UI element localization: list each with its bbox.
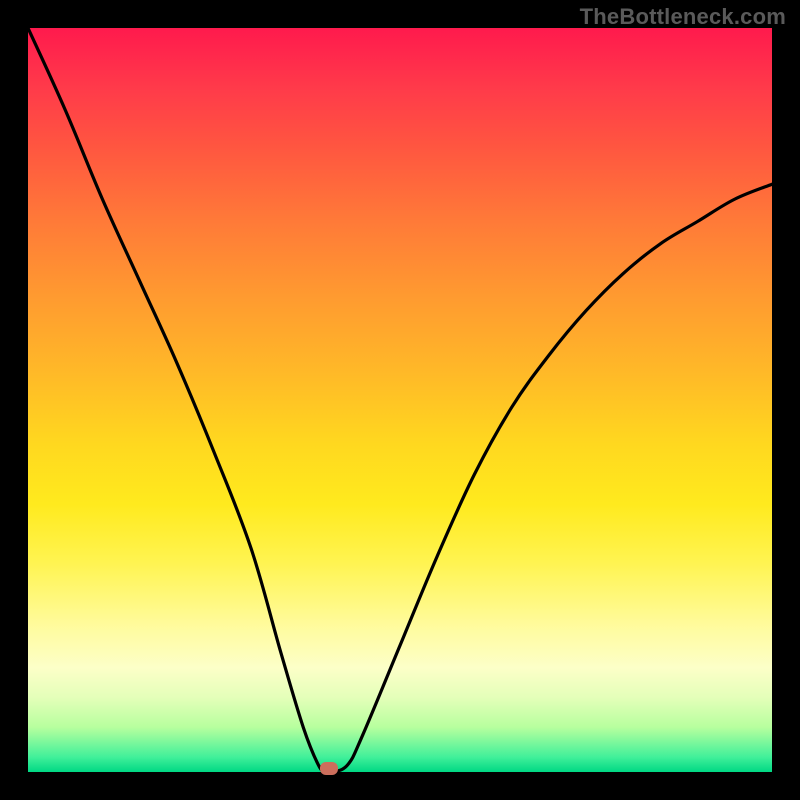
min-point-marker: [320, 762, 338, 775]
plot-area: [28, 28, 772, 772]
watermark-text: TheBottleneck.com: [580, 4, 786, 30]
chart-frame: TheBottleneck.com: [0, 0, 800, 800]
bottleneck-curve: [28, 28, 772, 772]
